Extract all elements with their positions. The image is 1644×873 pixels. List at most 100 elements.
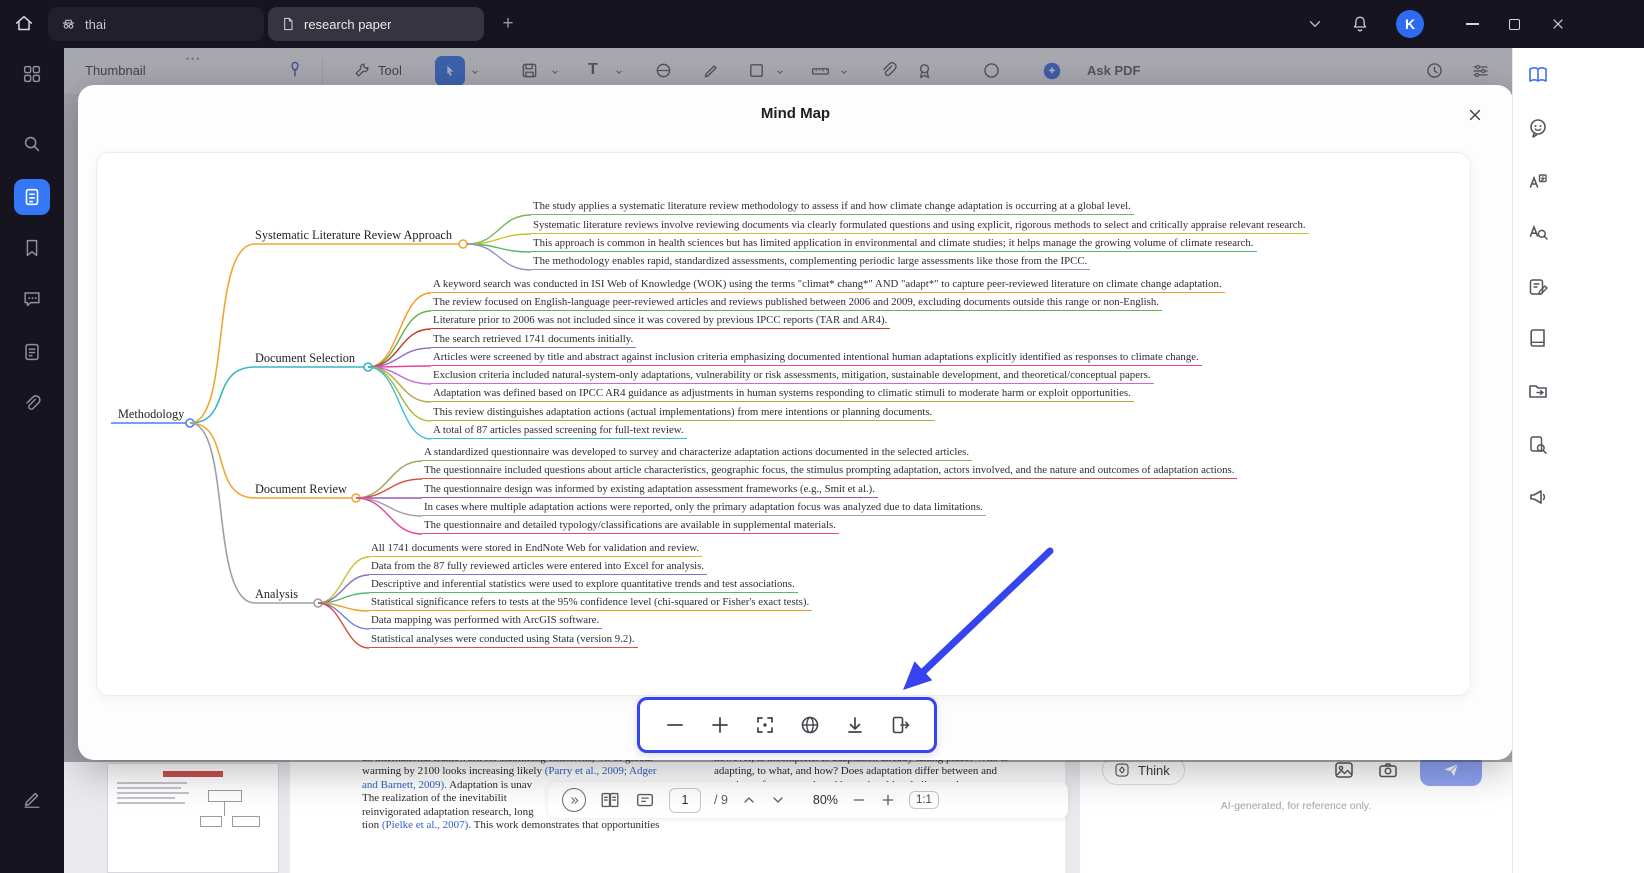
text-search-icon[interactable] xyxy=(1526,220,1550,244)
mindmap-leaf-node[interactable]: The search retrieved 1741 documents init… xyxy=(431,331,637,348)
mindmap-branch-node[interactable]: Systematic Literature Review Approach xyxy=(255,227,452,244)
main-content: Thumbnail ••• Tool T Ask PDF warming by … xyxy=(64,48,1513,873)
previous-page-button[interactable] xyxy=(741,792,757,808)
page-navigation-bar: 1 / 9 80% 1:1 xyxy=(548,782,1068,818)
mindmap-leaf-node[interactable]: This approach is common in health scienc… xyxy=(531,235,1257,252)
minimize-icon xyxy=(1466,23,1479,25)
mindmap-root-node[interactable]: Methodology xyxy=(118,406,184,423)
export-folder-icon[interactable] xyxy=(1526,379,1550,403)
zoom-out-button[interactable] xyxy=(851,792,867,808)
think-label: Think xyxy=(1138,762,1170,778)
single-page-view-button[interactable] xyxy=(634,789,656,811)
mindmap-leaf-node[interactable]: The study applies a systematic literatur… xyxy=(531,198,1134,215)
page-total-label: / 9 xyxy=(714,793,728,807)
plus-icon xyxy=(711,717,728,733)
mindmap-leaf-node[interactable]: Statistical analyses were conducted usin… xyxy=(369,631,638,648)
two-page-view-button[interactable] xyxy=(599,789,621,811)
mindmap-leaf-node[interactable]: Exclusion criteria included natural-syst… xyxy=(431,367,1154,384)
thumbnail-flowchart-box xyxy=(200,816,222,827)
mindmap-leaf-node[interactable]: The questionnaire design was informed by… xyxy=(422,481,878,498)
thumbnail-banner xyxy=(163,771,223,777)
page-notes-icon[interactable] xyxy=(21,341,43,363)
left-sidebar xyxy=(0,48,64,873)
ai-input-panel: Think AI-generated, for reference only. xyxy=(1080,744,1512,873)
mindmap-branch-node[interactable]: Document Review xyxy=(255,481,347,498)
page-number-input[interactable]: 1 xyxy=(669,787,701,813)
home-button[interactable] xyxy=(0,0,48,48)
mindmap-leaf-node[interactable]: The review focused on English-language p… xyxy=(431,294,1162,311)
export-button[interactable] xyxy=(887,712,913,738)
mindmap-leaf-node[interactable]: The questionnaire included questions abo… xyxy=(422,462,1238,479)
thumbnail-text-line xyxy=(117,787,181,789)
mindmap-leaf-node[interactable]: Literature prior to 2006 was not include… xyxy=(431,312,891,329)
expand-panel-button[interactable] xyxy=(562,788,586,812)
chevron-down-icon[interactable] xyxy=(1306,15,1324,33)
tab-thai[interactable]: thai xyxy=(48,7,264,41)
mindmap-leaf-node[interactable]: A keyword search was conducted in ISI We… xyxy=(431,276,1225,293)
mindmap-controls-toolbar xyxy=(637,697,937,753)
document-panel-button-active[interactable] xyxy=(14,179,50,215)
document-icon xyxy=(25,188,39,206)
download-icon xyxy=(847,717,862,733)
notifications-bell-icon[interactable] xyxy=(1350,14,1370,34)
mindmap-leaf-node[interactable]: Data mapping was performed with ArcGIS s… xyxy=(369,612,603,629)
chevron-down-icon xyxy=(773,797,783,803)
mindmap-leaf-node[interactable]: Articles were screened by title and abst… xyxy=(431,349,1202,366)
globe-icon xyxy=(801,716,818,734)
translate-icon[interactable] xyxy=(1526,170,1550,194)
mindmap-leaf-node[interactable]: Adaptation was defined based on IPCC AR4… xyxy=(431,385,1134,402)
ai-chat-icon[interactable] xyxy=(1526,116,1550,140)
mindmap-leaf-node[interactable]: A total of 87 articles passed screening … xyxy=(431,422,687,439)
new-tab-button[interactable]: + xyxy=(494,10,522,38)
zoom-level-value[interactable]: 80% xyxy=(813,793,838,807)
comments-icon[interactable] xyxy=(21,288,43,310)
reader-mode-icon[interactable] xyxy=(1526,63,1550,87)
apps-grid-icon[interactable] xyxy=(21,63,43,85)
minimize-button[interactable] xyxy=(1466,23,1479,25)
mindmap-branch-node[interactable]: Analysis xyxy=(255,586,298,603)
user-avatar[interactable]: K xyxy=(1396,10,1424,38)
mind-map-canvas[interactable]: Methodology Systematic Literature Review… xyxy=(97,153,1470,695)
language-globe-button[interactable] xyxy=(797,712,823,738)
plus-icon xyxy=(882,794,894,806)
mindmap-leaf-node[interactable]: The questionnaire and detailed typology/… xyxy=(422,517,839,534)
page-thumbnail[interactable] xyxy=(107,763,279,873)
tab-label: thai xyxy=(85,16,106,32)
zoom-in-button[interactable] xyxy=(880,792,896,808)
mindmap-leaf-node[interactable]: The methodology enables rapid, standardi… xyxy=(531,253,1091,270)
download-button[interactable] xyxy=(842,712,868,738)
close-window-button[interactable] xyxy=(1550,16,1566,32)
next-page-button[interactable] xyxy=(770,792,786,808)
search-icon[interactable] xyxy=(21,133,43,155)
minus-icon xyxy=(666,724,683,726)
zoom-out-button[interactable] xyxy=(662,712,688,738)
tab-research-paper[interactable]: research paper xyxy=(268,7,484,41)
bookmark-icon[interactable] xyxy=(21,237,43,259)
close-icon xyxy=(1553,19,1563,29)
annotate-note-icon[interactable] xyxy=(1526,275,1550,299)
home-icon xyxy=(15,15,33,31)
mindmap-leaf-node[interactable]: In cases where multiple adaptation actio… xyxy=(422,499,986,516)
mindmap-leaf-node[interactable]: Data from the 87 fully reviewed articles… xyxy=(369,558,708,575)
modal-close-button[interactable] xyxy=(1463,103,1487,127)
mindmap-leaf-node[interactable]: All 1741 documents were stored in EndNot… xyxy=(369,540,703,557)
thumbnail-flowchart-box xyxy=(208,790,242,802)
zoom-in-button[interactable] xyxy=(707,712,733,738)
mindmap-leaf-node[interactable]: Statistical significance refers to tests… xyxy=(369,594,813,611)
book-icon[interactable] xyxy=(1526,326,1550,350)
mindmap-leaf-node[interactable]: This review distinguishes adaptation act… xyxy=(431,404,936,421)
mindmap-leaf-node[interactable]: A standardized questionnaire was develop… xyxy=(422,444,973,461)
thumbnail-text-line xyxy=(117,792,189,794)
mindmap-leaf-node[interactable]: Descriptive and inferential statistics w… xyxy=(369,576,798,593)
thumbnail-flowchart-box xyxy=(232,816,260,827)
maximize-button[interactable] xyxy=(1509,18,1520,30)
attachment-icon[interactable] xyxy=(21,393,43,415)
mindmap-leaf-node[interactable]: Systematic literature reviews involve re… xyxy=(531,217,1309,234)
modal-title: Mind Map xyxy=(760,105,831,122)
mindmap-branch-node[interactable]: Document Selection xyxy=(255,350,355,367)
signature-pen-icon[interactable] xyxy=(21,788,43,810)
document-search-icon[interactable] xyxy=(1526,433,1550,457)
actual-size-button[interactable]: 1:1 xyxy=(908,791,939,809)
announce-megaphone-icon[interactable] xyxy=(1526,485,1550,509)
fit-to-screen-button[interactable] xyxy=(752,712,778,738)
